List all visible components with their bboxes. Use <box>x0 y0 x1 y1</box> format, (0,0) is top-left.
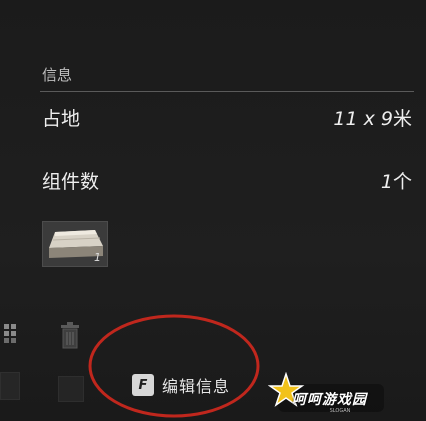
red-ellipse-annotation <box>88 314 260 418</box>
info-panel: 信息 占地 11 x 9米 组件数 1个 1 F 编辑信息 SLOGAN 呵呵游… <box>0 0 426 421</box>
footprint-unit: 米 <box>392 108 412 130</box>
trash-icon[interactable] <box>58 322 82 350</box>
component-count-label: 组件数 <box>42 171 100 193</box>
footprint-number: 11 x 9 <box>333 108 393 130</box>
slot-icon[interactable] <box>58 376 84 402</box>
component-quantity: 1 <box>94 251 101 264</box>
component-card[interactable]: 1 <box>42 221 108 267</box>
divider <box>40 91 414 92</box>
component-count-value: 1个 <box>381 167 412 194</box>
slot-icon[interactable] <box>0 372 20 400</box>
watermark-text: 呵呵游戏园 <box>292 392 367 408</box>
section-title: 信息 <box>42 66 73 84</box>
grid-icon[interactable] <box>2 322 18 344</box>
footprint-label: 占地 <box>42 108 81 130</box>
component-count-number: 1 <box>380 171 393 193</box>
component-count-unit: 个 <box>392 171 412 193</box>
footprint-value: 11 x 9米 <box>333 104 412 131</box>
